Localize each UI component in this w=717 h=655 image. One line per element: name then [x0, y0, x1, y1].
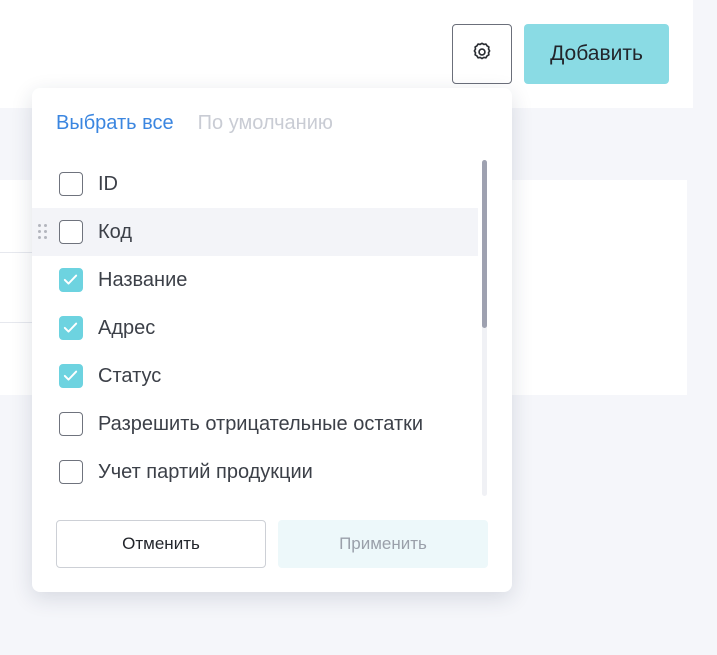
column-item-label: Код — [98, 221, 133, 243]
apply-button[interactable]: Применить — [278, 520, 488, 568]
column-settings-button[interactable] — [452, 24, 512, 84]
checkbox-checked[interactable] — [59, 268, 83, 292]
column-item-label: Учет партий продукции — [98, 461, 313, 483]
column-item-status[interactable]: Статус — [32, 352, 478, 400]
column-item-id[interactable]: ID — [32, 160, 478, 208]
checkbox-checked[interactable] — [59, 364, 83, 388]
checkbox[interactable] — [59, 172, 83, 196]
cancel-button[interactable]: Отменить — [56, 520, 266, 568]
column-item-batch-tracking[interactable]: Учет партий продукции — [32, 448, 478, 496]
check-icon — [63, 370, 78, 381]
reset-default-link[interactable]: По умолчанию — [198, 112, 333, 135]
column-item-label: Название — [98, 269, 188, 291]
column-item-name[interactable]: Название — [32, 256, 478, 304]
column-item-label: Адрес — [98, 317, 156, 339]
scrollbar-thumb[interactable] — [482, 160, 487, 328]
column-item-address[interactable]: Адрес — [32, 304, 478, 352]
column-picker-dropdown: Выбрать все По умолчанию ID Код Название — [32, 88, 512, 592]
column-item-allow-negative[interactable]: Разрешить отрицательные остатки — [32, 400, 478, 448]
gear-icon — [471, 41, 493, 68]
check-icon — [63, 274, 78, 285]
checkbox[interactable] — [59, 220, 83, 244]
checkbox[interactable] — [59, 412, 83, 436]
column-item-label: Разрешить отрицательные остатки — [98, 413, 424, 435]
check-icon — [63, 322, 78, 333]
select-all-link[interactable]: Выбрать все — [56, 112, 174, 135]
add-button[interactable]: Добавить — [524, 24, 669, 84]
checkbox[interactable] — [59, 460, 83, 484]
column-item-code[interactable]: Код — [32, 208, 478, 256]
column-list: ID Код Название Адрес Статус Разрешить о… — [32, 160, 512, 496]
column-item-label: ID — [98, 173, 118, 195]
column-item-label: Статус — [98, 365, 162, 387]
drag-handle-icon[interactable] — [38, 224, 50, 240]
checkbox-checked[interactable] — [59, 316, 83, 340]
quick-actions: Выбрать все По умолчанию — [56, 112, 333, 135]
